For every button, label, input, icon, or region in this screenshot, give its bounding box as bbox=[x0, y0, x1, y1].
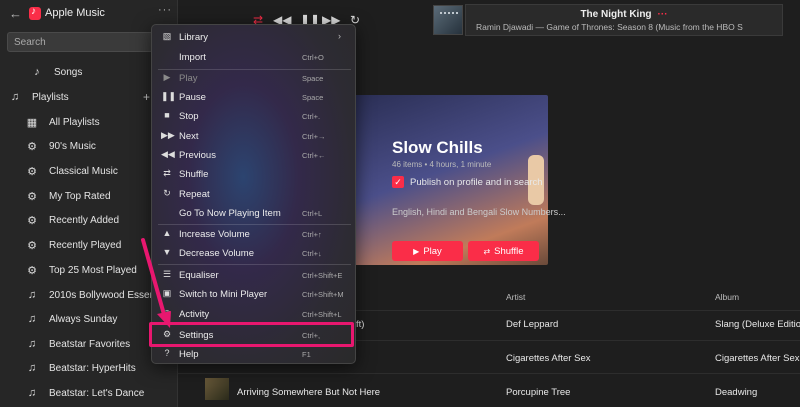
pointer-arrow-icon bbox=[141, 238, 171, 328]
